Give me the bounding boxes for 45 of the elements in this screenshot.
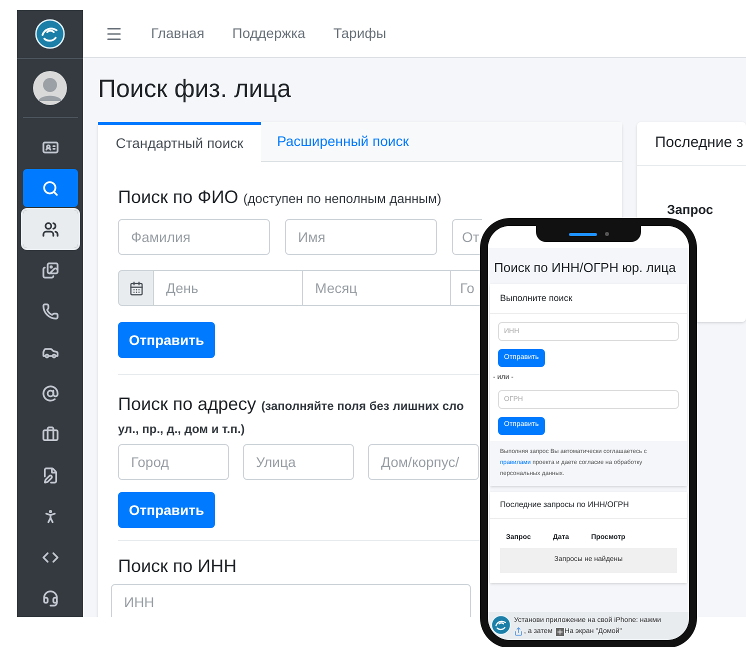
input-field[interactable]: От: [452, 219, 482, 255]
id-card-icon: [42, 138, 58, 156]
section-note: (заполняйте поля без лишних сло: [261, 398, 464, 415]
input-field[interactable]: Имя: [285, 219, 437, 255]
users-icon: [42, 220, 58, 238]
search-icon: [42, 180, 58, 196]
tab[interactable]: Стандартный поиск: [98, 122, 261, 162]
headset-icon: [42, 590, 58, 606]
phone-icon: [42, 302, 58, 320]
section-note: ул., пр., д., дом и т.п.): [118, 421, 245, 438]
section-heading: Поиск по ФИО: [118, 186, 238, 209]
file-pen-icon: [42, 466, 58, 484]
section-heading: Поиск по ИНН: [118, 555, 237, 578]
input-field[interactable]: ИНН: [111, 584, 471, 617]
briefcase-icon: [42, 426, 58, 442]
nav-link[interactable]: Главная: [151, 23, 204, 44]
card-header: Последние запросы по ИНН/ОГРН: [490, 492, 687, 518]
plus-icon: [556, 628, 564, 636]
input-field[interactable]: Дом/корпус/: [368, 444, 479, 480]
tab[interactable]: Расширенный поиск: [261, 122, 425, 161]
phone-page-title: Поиск по ИНН/ОГРН юр. лица: [493, 259, 677, 277]
section-heading: Поиск по адресу: [118, 393, 256, 416]
section-note: (доступен по неполным данным): [243, 190, 442, 208]
input-field[interactable]: Го: [450, 270, 480, 306]
submit-button[interactable]: Отправить: [118, 492, 215, 528]
images-icon: [42, 262, 58, 278]
page-title: Поиск физ. лица: [98, 74, 291, 106]
input-field[interactable]: День: [154, 270, 302, 306]
nav-link[interactable]: Тарифы: [333, 23, 386, 44]
submit-button[interactable]: Отправить: [118, 322, 215, 358]
input-field[interactable]: Месяц: [302, 270, 450, 306]
at-sign-icon: [42, 384, 58, 402]
input-field[interactable]: Город: [118, 444, 229, 480]
avatar-icon: [33, 71, 67, 105]
card-title: Последние з: [655, 133, 744, 154]
nav-link[interactable]: Поддержка: [232, 23, 306, 44]
logo-icon: [35, 19, 65, 49]
column-header: Запрос: [667, 202, 714, 217]
sidebar-item[interactable]: [22, 210, 78, 248]
calendar-icon: [128, 280, 144, 296]
card-header: Выполните поиск: [490, 284, 687, 314]
input-field[interactable]: Фамилия: [118, 219, 270, 255]
logo-icon: [491, 615, 511, 635]
input-field[interactable]: Улица: [243, 444, 354, 480]
share-icon: [514, 627, 523, 636]
